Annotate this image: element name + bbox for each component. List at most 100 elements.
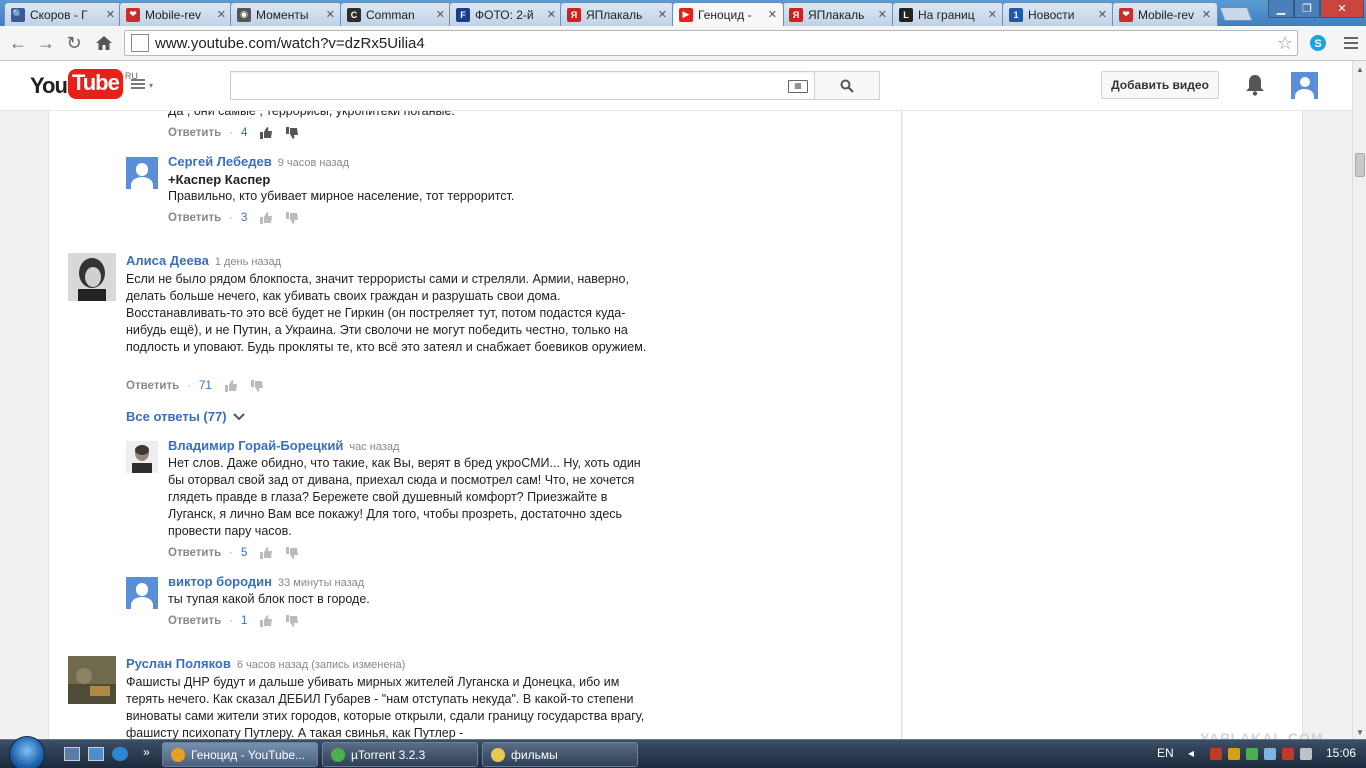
scrollbar-thumb[interactable] (1355, 153, 1365, 177)
browser-tab[interactable]: ▶ Геноцид - ✕ (672, 2, 784, 26)
address-bar[interactable]: www.youtube.com/watch?v=dzRx5Uilia4 ☆ (124, 30, 1298, 56)
browser-tab[interactable]: 🔍 Скоров - Г ✕ (4, 2, 122, 26)
browser-tab[interactable]: Я ЯПлакаль ✕ (782, 2, 894, 26)
clock[interactable]: 15:06 (1326, 746, 1356, 760)
search-input[interactable]: ▦ (230, 71, 815, 100)
new-tab-button[interactable] (1219, 7, 1253, 21)
comment-author[interactable]: Руслан Поляков 6 часов назад (запись изме… (126, 656, 405, 671)
start-button[interactable] (9, 736, 45, 768)
taskbar-window-button[interactable]: µTorrent 3.2.3 (322, 742, 478, 767)
comment-author[interactable]: Алиса Деева 1 день назад (126, 253, 281, 268)
scroll-down-icon[interactable]: ▼ (1356, 728, 1364, 737)
browser-tab[interactable]: ❤ Mobile-rev ✕ (119, 2, 233, 26)
avatar-photo[interactable] (126, 441, 158, 473)
tab-close-icon[interactable]: ✕ (217, 8, 226, 21)
avatar-photo[interactable] (68, 253, 116, 301)
tray-expand-icon[interactable]: ◂ (1188, 746, 1194, 760)
comment-time[interactable]: 6 часов назад (запись изменена) (237, 659, 406, 671)
minimize-button[interactable]: ▁ (1268, 0, 1294, 18)
browser-tab[interactable]: C Comman ✕ (340, 2, 452, 26)
tab-close-icon[interactable]: ✕ (988, 8, 997, 21)
tab-close-icon[interactable]: ✕ (658, 8, 667, 21)
search-button[interactable] (814, 71, 880, 100)
back-icon[interactable]: ← (7, 32, 29, 54)
guide-chevron-icon[interactable]: ▾ (149, 81, 153, 90)
reply-link[interactable]: Ответить (168, 212, 221, 224)
like-icon[interactable] (259, 126, 273, 140)
tab-close-icon[interactable]: ✕ (326, 8, 335, 21)
reply-link[interactable]: Ответить (168, 615, 221, 627)
all-replies-toggle[interactable]: Все ответы (77) (126, 409, 245, 424)
menu-icon[interactable] (1340, 32, 1362, 54)
like-icon[interactable] (224, 379, 238, 393)
forward-icon[interactable]: → (35, 32, 57, 54)
volume-icon[interactable] (1300, 748, 1312, 760)
taskbar-window-button[interactable]: фильмы (482, 742, 638, 767)
tab-close-icon[interactable]: ✕ (878, 8, 887, 21)
guide-menu-icon[interactable] (131, 79, 145, 89)
home-icon[interactable] (93, 32, 115, 54)
chevron-down-icon[interactable] (232, 412, 245, 421)
user-avatar[interactable] (1291, 72, 1318, 99)
dislike-icon[interactable] (285, 211, 299, 225)
comment-time[interactable]: час назад (349, 441, 399, 453)
browser-tab[interactable]: Я ЯПлакаль ✕ (560, 2, 674, 26)
comment-author[interactable]: Владимир Горай-Борецкий час назад (168, 438, 399, 453)
explorer-icon[interactable] (88, 747, 104, 761)
dislike-icon[interactable] (250, 379, 264, 393)
address-url[interactable]: www.youtube.com/watch?v=dzRx5Uilia4 (155, 35, 425, 52)
overflow-chevron-icon[interactable]: » (143, 745, 150, 759)
like-icon[interactable] (259, 211, 273, 225)
dislike-icon[interactable] (285, 126, 299, 140)
browser-tab[interactable]: 1 Новости ✕ (1002, 2, 1114, 26)
tab-close-icon[interactable]: ✕ (547, 8, 556, 21)
tab-close-icon[interactable]: ✕ (106, 8, 115, 21)
logo-you-text: You (30, 73, 68, 98)
browser-tab[interactable]: F ФОТО: 2-й ✕ (449, 2, 563, 26)
page-scrollbar[interactable]: ▲ ▼ (1352, 61, 1366, 739)
reply-link[interactable]: Ответить (168, 547, 221, 559)
tab-close-icon[interactable]: ✕ (436, 8, 445, 21)
browser-tab[interactable]: L На границ ✕ (892, 2, 1004, 26)
upload-button[interactable]: Добавить видео (1101, 71, 1219, 99)
comment-time[interactable]: 33 минуты назад (278, 577, 364, 589)
comment-author[interactable]: Сергей Лебедев 9 часов назад (168, 154, 349, 169)
dislike-icon[interactable] (285, 614, 299, 628)
avatar[interactable] (126, 157, 158, 189)
dislike-icon[interactable] (285, 546, 299, 560)
ie-icon[interactable] (112, 747, 128, 761)
keyboard-icon[interactable]: ▦ (788, 80, 808, 93)
mention-link[interactable]: +Каспер Каспер (168, 171, 690, 188)
like-icon[interactable] (259, 546, 273, 560)
maximize-button[interactable]: ❐ (1294, 0, 1320, 18)
language-indicator[interactable]: EN (1157, 746, 1174, 760)
taskbar-window-button[interactable]: Геноцид - YouTube... (162, 742, 318, 767)
tray-app-icon[interactable] (1210, 748, 1222, 760)
bookmark-star-icon[interactable]: ☆ (1277, 33, 1293, 54)
tray-app-icon[interactable] (1228, 748, 1240, 760)
tab-close-icon[interactable]: ✕ (768, 8, 777, 21)
tray-app-icon[interactable] (1282, 748, 1294, 760)
reply-link[interactable]: Ответить (126, 380, 179, 392)
tab-close-icon[interactable]: ✕ (1098, 8, 1107, 21)
youtube-logo[interactable]: You Tube RU (30, 69, 138, 99)
all-replies-label[interactable]: Все ответы (77) (126, 409, 227, 424)
network-icon[interactable] (1264, 748, 1276, 760)
browser-tab[interactable]: ❤ Mobile-rev ✕ (1112, 2, 1218, 26)
comment-time[interactable]: 9 часов назад (278, 157, 349, 169)
reload-icon[interactable]: ↻ (63, 32, 85, 54)
comment-author[interactable]: виктор бородин 33 минуты назад (168, 574, 364, 589)
reply-link[interactable]: Ответить (168, 127, 221, 139)
close-window-button[interactable]: ✕ (1320, 0, 1364, 18)
comment-time[interactable]: 1 день назад (215, 256, 281, 268)
like-icon[interactable] (259, 614, 273, 628)
avatar-photo[interactable] (68, 656, 116, 704)
notifications-bell-icon[interactable] (1244, 73, 1266, 97)
tray-app-icon[interactable] (1246, 748, 1258, 760)
avatar[interactable] (126, 577, 158, 609)
browser-tab[interactable]: ◉ Моменты ✕ (230, 2, 342, 26)
scroll-up-icon[interactable]: ▲ (1356, 65, 1364, 74)
tab-close-icon[interactable]: ✕ (1202, 8, 1211, 21)
show-desktop-icon[interactable] (64, 747, 80, 761)
skype-icon[interactable]: S (1307, 32, 1329, 54)
